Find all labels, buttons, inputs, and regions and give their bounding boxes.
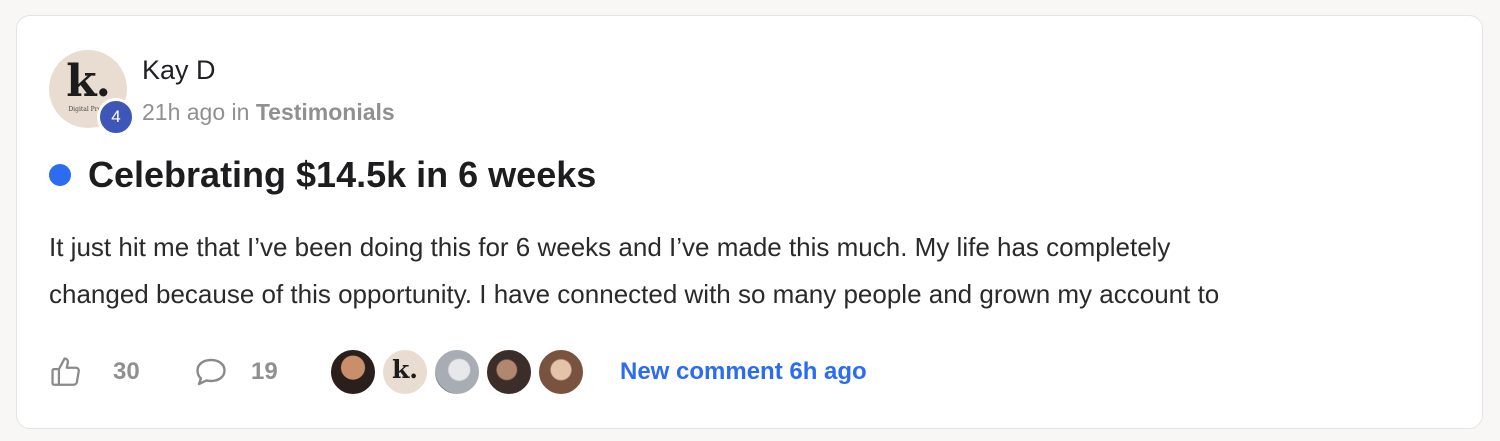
commenter-avatar[interactable]	[328, 347, 378, 397]
author-avatar[interactable]: k. Digital Profit 4	[49, 50, 135, 136]
unread-dot	[49, 164, 71, 186]
post-body[interactable]: It just hit me that I’ve been doing this…	[49, 224, 1459, 318]
like-count: 30	[113, 358, 140, 385]
post-time: 21h ago	[142, 99, 226, 125]
commenter-avatar[interactable]	[432, 347, 482, 397]
new-comment-link[interactable]: New comment 6h ago	[620, 358, 867, 386]
comment-bubble-icon	[193, 355, 229, 389]
commenter-avatar[interactable]	[484, 347, 534, 397]
like-button[interactable]: 30	[49, 355, 193, 389]
comment-count: 19	[251, 358, 278, 385]
category-link[interactable]: Testimonials	[256, 99, 395, 125]
post-meta: 21h ago in Testimonials	[142, 99, 395, 126]
author-name[interactable]: Kay D	[142, 55, 216, 86]
comment-button[interactable]: 19	[193, 355, 328, 389]
post-title[interactable]: Celebrating $14.5k in 6 weeks	[88, 154, 596, 196]
post-body-line: It just hit me that I’ve been doing this…	[49, 232, 1171, 262]
post-body-line: changed because of this opportunity. I h…	[49, 279, 1220, 309]
post-actions: 30 19 k. New comment 6h ago	[49, 347, 867, 397]
commenter-avatar[interactable]: k.	[380, 347, 430, 397]
post-title-row[interactable]: Celebrating $14.5k in 6 weeks	[49, 154, 596, 196]
commenter-avatars[interactable]: k.	[328, 347, 588, 397]
meta-in: in	[231, 99, 250, 125]
avatar-logo-letter: k.	[391, 355, 419, 384]
commenter-avatar[interactable]	[536, 347, 586, 397]
post-card[interactable]: k. Digital Profit 4 Kay D 21h ago in Tes…	[16, 15, 1483, 429]
level-badge: 4	[97, 98, 135, 136]
thumbs-up-icon	[49, 355, 83, 389]
